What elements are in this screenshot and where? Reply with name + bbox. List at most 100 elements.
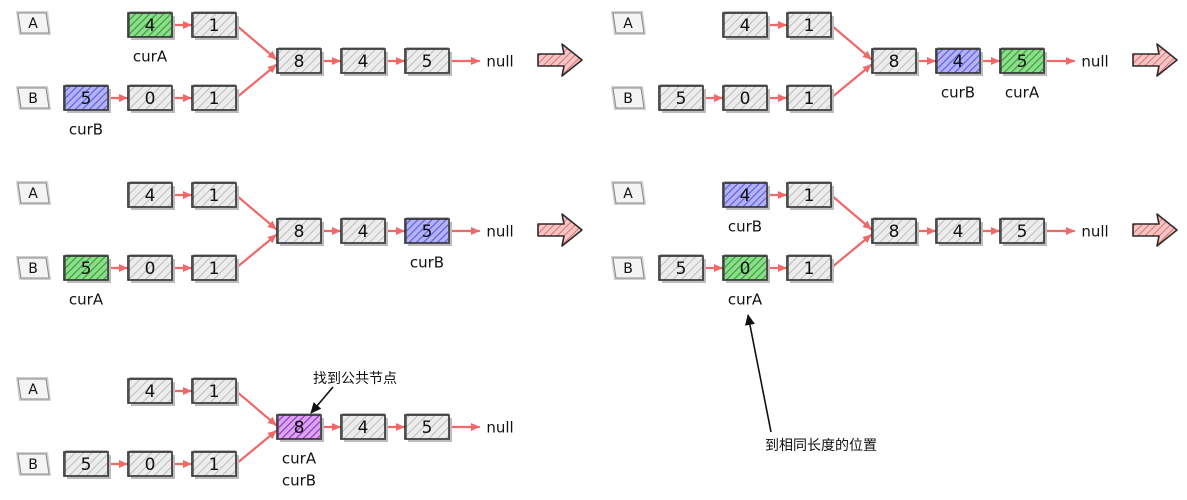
pointer-label-cura: curA (282, 450, 317, 468)
node-s1: 4 (340, 47, 388, 76)
node-a1: 1 (786, 11, 834, 40)
link-a1-shared (829, 193, 873, 231)
node-b0: 5 (63, 254, 111, 283)
link-b2-shared (829, 233, 873, 270)
null-label: null (486, 53, 513, 71)
next-step-arrow (1132, 43, 1178, 77)
list-a-tag-text: A (28, 16, 38, 32)
node-b0-value: 5 (81, 455, 92, 475)
list-a-tag: A (16, 377, 51, 401)
link-a1-shared (829, 23, 873, 61)
null-label: null (1081, 223, 1108, 241)
node-b2-value: 1 (209, 89, 220, 109)
node-b1: 0 (127, 254, 175, 283)
node-s2-value: 5 (422, 418, 433, 438)
link-a1-shared (234, 389, 278, 427)
node-s1: 4 (340, 413, 388, 442)
note-arrow (745, 314, 772, 433)
next-step-arrow (537, 213, 583, 247)
node-b0: 5 (658, 254, 706, 283)
diagram-canvas: A B 4 1 5 0 1 8 4 5 null curA curB A B 4 1 5 0 1 8 4 5 null curB… (16, 11, 1178, 490)
link-b2-shared (234, 429, 278, 466)
node-a0-value: 4 (145, 16, 156, 36)
link-b2-shared (234, 233, 278, 270)
node-b2: 1 (786, 84, 834, 113)
node-s0: 8 (276, 413, 324, 442)
node-b0: 5 (658, 84, 706, 113)
list-a-tag: A (611, 11, 646, 35)
node-a0-value: 4 (740, 16, 751, 36)
node-b2: 1 (191, 84, 239, 113)
pointer-label-curb: curB (282, 472, 316, 490)
node-s0-value: 8 (294, 52, 305, 72)
node-s2: 5 (999, 217, 1047, 246)
node-s1-value: 4 (358, 222, 369, 242)
null-label: null (486, 419, 513, 437)
link-a1-shared (234, 23, 278, 61)
null-label: null (486, 223, 513, 241)
pointer-label-cura: curA (69, 291, 104, 309)
node-b2: 1 (191, 450, 239, 479)
node-a0: 4 (722, 181, 770, 210)
node-a1-value: 1 (209, 186, 220, 206)
pointer-label-curb: curB (728, 218, 762, 236)
note-arrow (310, 386, 334, 414)
node-b1: 0 (127, 450, 175, 479)
note-same-length: 到相同长度的位置 (765, 438, 877, 454)
pointer-label-cura: curA (728, 291, 763, 309)
node-s2-value: 5 (422, 52, 433, 72)
node-b0-value: 5 (81, 259, 92, 279)
node-s0-value: 8 (294, 418, 305, 438)
panel-step3: A B 4 1 5 0 1 8 4 5 null curA curB (16, 181, 583, 309)
node-b2: 1 (786, 254, 834, 283)
list-b-tag: B (611, 256, 646, 280)
node-b1-value: 0 (145, 89, 156, 109)
node-s2-value: 5 (1017, 222, 1028, 242)
node-a1-value: 1 (804, 186, 815, 206)
node-a1: 1 (191, 181, 239, 210)
panel-step1: A B 4 1 5 0 1 8 4 5 null curA curB (16, 11, 583, 139)
node-b0-value: 5 (81, 89, 92, 109)
node-a1-value: 1 (804, 16, 815, 36)
list-a-tag-text: A (623, 186, 633, 202)
pointer-label-curb: curB (69, 121, 103, 139)
node-s2: 5 (404, 47, 452, 76)
node-s0: 8 (276, 47, 324, 76)
node-s0-value: 8 (889, 52, 900, 72)
list-a-tag: A (16, 181, 51, 205)
node-s0: 8 (276, 217, 324, 246)
node-b1-value: 0 (145, 259, 156, 279)
pointer-label-curb: curB (410, 254, 444, 272)
pointer-label-cura: curA (133, 48, 168, 66)
node-a0: 4 (127, 377, 175, 406)
node-b1: 0 (722, 84, 770, 113)
next-step-arrow (537, 43, 583, 77)
node-b0: 5 (63, 450, 111, 479)
list-b-tag-text: B (28, 261, 38, 277)
pointer-label-cura: curA (1005, 84, 1040, 102)
pointer-label-curb: curB (941, 84, 975, 102)
node-a0-value: 4 (145, 382, 156, 402)
node-a0-value: 4 (145, 186, 156, 206)
node-s1-value: 4 (953, 52, 964, 72)
list-b-tag: B (611, 86, 646, 110)
list-b-tag: B (16, 256, 51, 280)
list-a-tag: A (16, 11, 51, 35)
node-s1: 4 (935, 47, 983, 76)
panel-step2: A B 4 1 5 0 1 8 4 5 null curB curA (611, 11, 1178, 113)
node-b2-value: 1 (209, 455, 220, 475)
node-b1-value: 0 (740, 259, 751, 279)
null-label: null (1081, 53, 1108, 71)
node-s2: 5 (999, 47, 1047, 76)
node-s0: 8 (871, 47, 919, 76)
node-s1: 4 (935, 217, 983, 246)
node-a1: 1 (191, 377, 239, 406)
node-a0: 4 (127, 181, 175, 210)
list-b-tag-text: B (28, 457, 38, 473)
list-a-tag-text: A (28, 186, 38, 202)
link-a1-shared (234, 193, 278, 231)
list-b-tag: B (16, 452, 51, 476)
node-s1-value: 4 (358, 418, 369, 438)
link-b2-shared (234, 63, 278, 100)
node-s0-value: 8 (889, 222, 900, 242)
